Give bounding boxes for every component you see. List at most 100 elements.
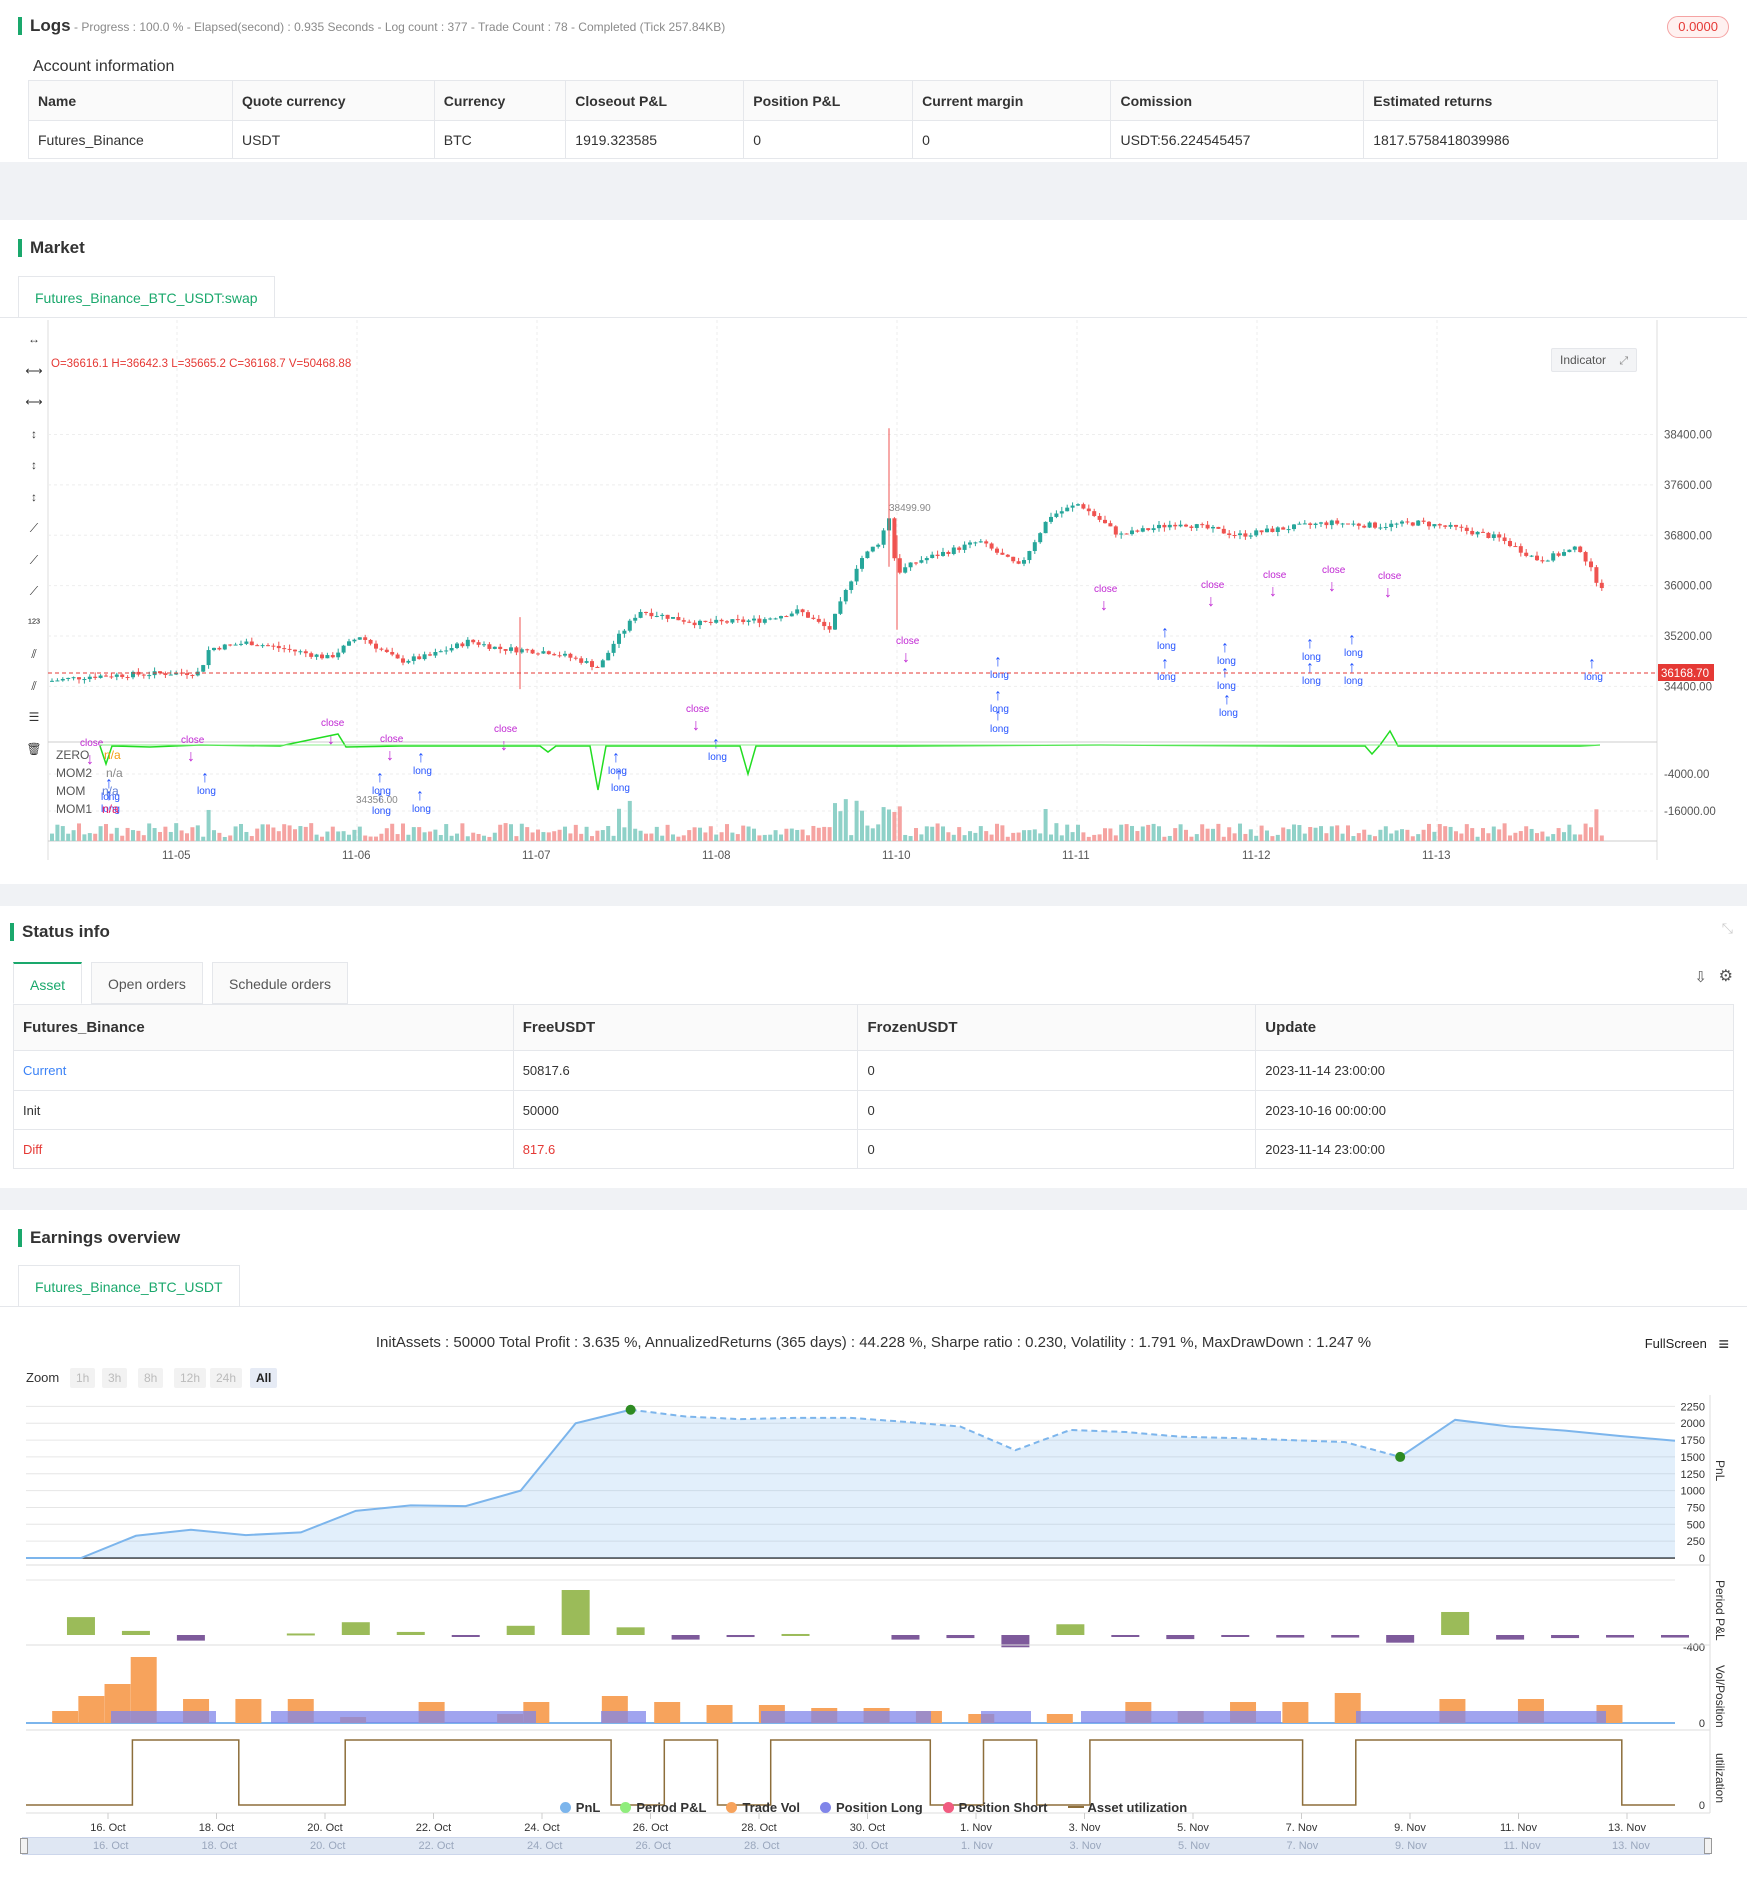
zoom-12h-button[interactable]: 12h xyxy=(174,1368,207,1388)
zoom-1h-button[interactable]: 1h xyxy=(70,1368,96,1388)
collapse-icon[interactable]: ⤡ xyxy=(1722,920,1733,937)
close-signal-arrow: ↓ xyxy=(187,748,195,765)
volume-bar xyxy=(1583,823,1588,841)
volume-bar xyxy=(984,831,989,841)
download-icon[interactable]: ⇩ xyxy=(1694,968,1707,986)
legend-item-asset-utilization[interactable]: Asset utilization xyxy=(1067,1800,1187,1815)
volume-bar xyxy=(390,823,395,841)
legend-item-pnl[interactable]: PnL xyxy=(559,1800,600,1815)
volume-bar xyxy=(698,827,702,841)
long-signal-arrow: ↑ xyxy=(1348,631,1356,648)
volume-bar xyxy=(363,835,368,841)
period-pnl-bar xyxy=(66,1617,95,1635)
volume-bar xyxy=(1410,836,1415,841)
long-signal-label: long xyxy=(611,783,630,794)
volume-bar xyxy=(1211,828,1215,841)
volume-bar xyxy=(1032,829,1037,841)
legend-item-trade-vol[interactable]: Trade Vol xyxy=(726,1800,800,1815)
candle-body xyxy=(201,665,206,672)
status-tab-schedule-orders[interactable]: Schedule orders xyxy=(212,962,348,1004)
asset-cell: 0 xyxy=(857,1090,1257,1130)
close-signal-label: close xyxy=(380,734,404,745)
max-pnl-marker xyxy=(625,1404,636,1415)
zoom-24h-button[interactable]: 24h xyxy=(210,1368,243,1388)
volume-bar xyxy=(1070,832,1075,841)
long-signal-label: long xyxy=(990,724,1009,735)
candle-body xyxy=(806,612,810,618)
candlestick-chart[interactable]: close ↓ close ↓ close ↓ close ↓ close ↓ close ↓ clos… xyxy=(0,320,1747,880)
legend-item-position-short[interactable]: Position Short xyxy=(942,1800,1048,1815)
position-long-bar xyxy=(761,1711,931,1723)
profit-badge: 0.0000 xyxy=(1667,16,1729,38)
candle-body xyxy=(1572,546,1577,550)
earnings-title: Earnings overview xyxy=(18,1228,180,1248)
status-tab-open-orders[interactable]: Open orders xyxy=(91,962,203,1004)
candle-body xyxy=(1535,555,1539,561)
candle-body xyxy=(595,666,600,668)
long-signal-arrow: ↑ xyxy=(201,769,209,786)
indicator-button[interactable]: Indicator ⤢ xyxy=(1551,348,1638,372)
candle-body xyxy=(309,653,314,657)
position-long-bar xyxy=(1356,1711,1606,1723)
zoom-8h-button[interactable]: 8h xyxy=(138,1368,164,1388)
candle-body xyxy=(1443,525,1448,527)
zoom-All-button[interactable]: All xyxy=(250,1368,278,1388)
settings-gear-icon[interactable]: ⚙ xyxy=(1719,966,1733,986)
volume-bar xyxy=(1270,836,1275,841)
volume-bar xyxy=(1356,833,1361,841)
account-cell: USDT xyxy=(232,120,435,159)
period-pnl-bar xyxy=(1056,1624,1085,1635)
candle-body xyxy=(1286,529,1291,531)
candle-body xyxy=(55,680,60,682)
volume-bar xyxy=(870,828,875,841)
volume-bar xyxy=(816,827,821,841)
account-header-row: Name Quote currency Currency Closeout P&L Po… xyxy=(27,80,1718,121)
candle-body xyxy=(417,656,422,660)
candle-body xyxy=(1356,523,1361,526)
market-title: Market xyxy=(18,238,85,258)
candle-body xyxy=(471,639,476,643)
navigator-scrollbar[interactable]: 16. Oct 18. Oct 20. Oct 22. Oct 24. Oct 26. O… xyxy=(20,1837,1712,1855)
earnings-symbol-tab[interactable]: Futures_Binance_BTC_USDT xyxy=(18,1265,240,1307)
candle-body xyxy=(98,675,103,678)
volume-bar xyxy=(509,824,513,841)
volume-bar xyxy=(71,830,76,841)
navigator-tick-label: 1. Nov xyxy=(961,1840,993,1852)
volume-bar xyxy=(271,827,276,841)
navigator-left-handle[interactable] xyxy=(20,1838,28,1854)
zoom-3h-button[interactable]: 3h xyxy=(102,1368,128,1388)
candle-body xyxy=(984,541,989,544)
legend-item-period-p-l[interactable]: Period P&L xyxy=(620,1800,706,1815)
volume-bar xyxy=(1124,824,1129,841)
legend-item-position-long[interactable]: Position Long xyxy=(820,1800,923,1815)
row-label[interactable]: Current xyxy=(13,1050,514,1091)
volume-bar xyxy=(1113,835,1118,841)
candle-body xyxy=(1038,533,1043,543)
volume-bar xyxy=(654,826,659,841)
volume-bar xyxy=(411,827,416,841)
indicator-name: ZERO xyxy=(56,748,90,762)
status-tab-asset[interactable]: Asset xyxy=(13,962,83,1004)
mom-axis-label: -16000.00 xyxy=(1664,806,1716,818)
candle-body xyxy=(1205,524,1210,529)
candle-body xyxy=(757,618,762,623)
indicator-value: n/a xyxy=(102,802,119,816)
navigator-right-handle[interactable] xyxy=(1704,1838,1712,1854)
volume-bar xyxy=(1038,833,1043,841)
row-label: Diff xyxy=(13,1129,514,1169)
volume-bar xyxy=(644,833,648,841)
candle-body xyxy=(627,620,632,631)
navigator-tick-label: 3. Nov xyxy=(1069,1840,1102,1852)
candle-body xyxy=(536,653,540,655)
fullscreen-button[interactable]: FullScreen ≡ xyxy=(1645,1334,1729,1355)
asset-cell: 50000 xyxy=(512,1090,859,1130)
progress-line: - Progress : 100.0 % - Elapsed(second) :… xyxy=(74,20,726,34)
candle-body xyxy=(476,642,481,645)
volume-bar xyxy=(1508,835,1512,841)
volume-bar xyxy=(147,823,152,841)
market-symbol-tab[interactable]: Futures_Binance_BTC_USDT:swap xyxy=(18,276,275,318)
volume-bar xyxy=(1173,828,1178,841)
volume-bar xyxy=(649,833,654,841)
volume-bar xyxy=(217,832,222,841)
candle-body xyxy=(1340,523,1345,525)
